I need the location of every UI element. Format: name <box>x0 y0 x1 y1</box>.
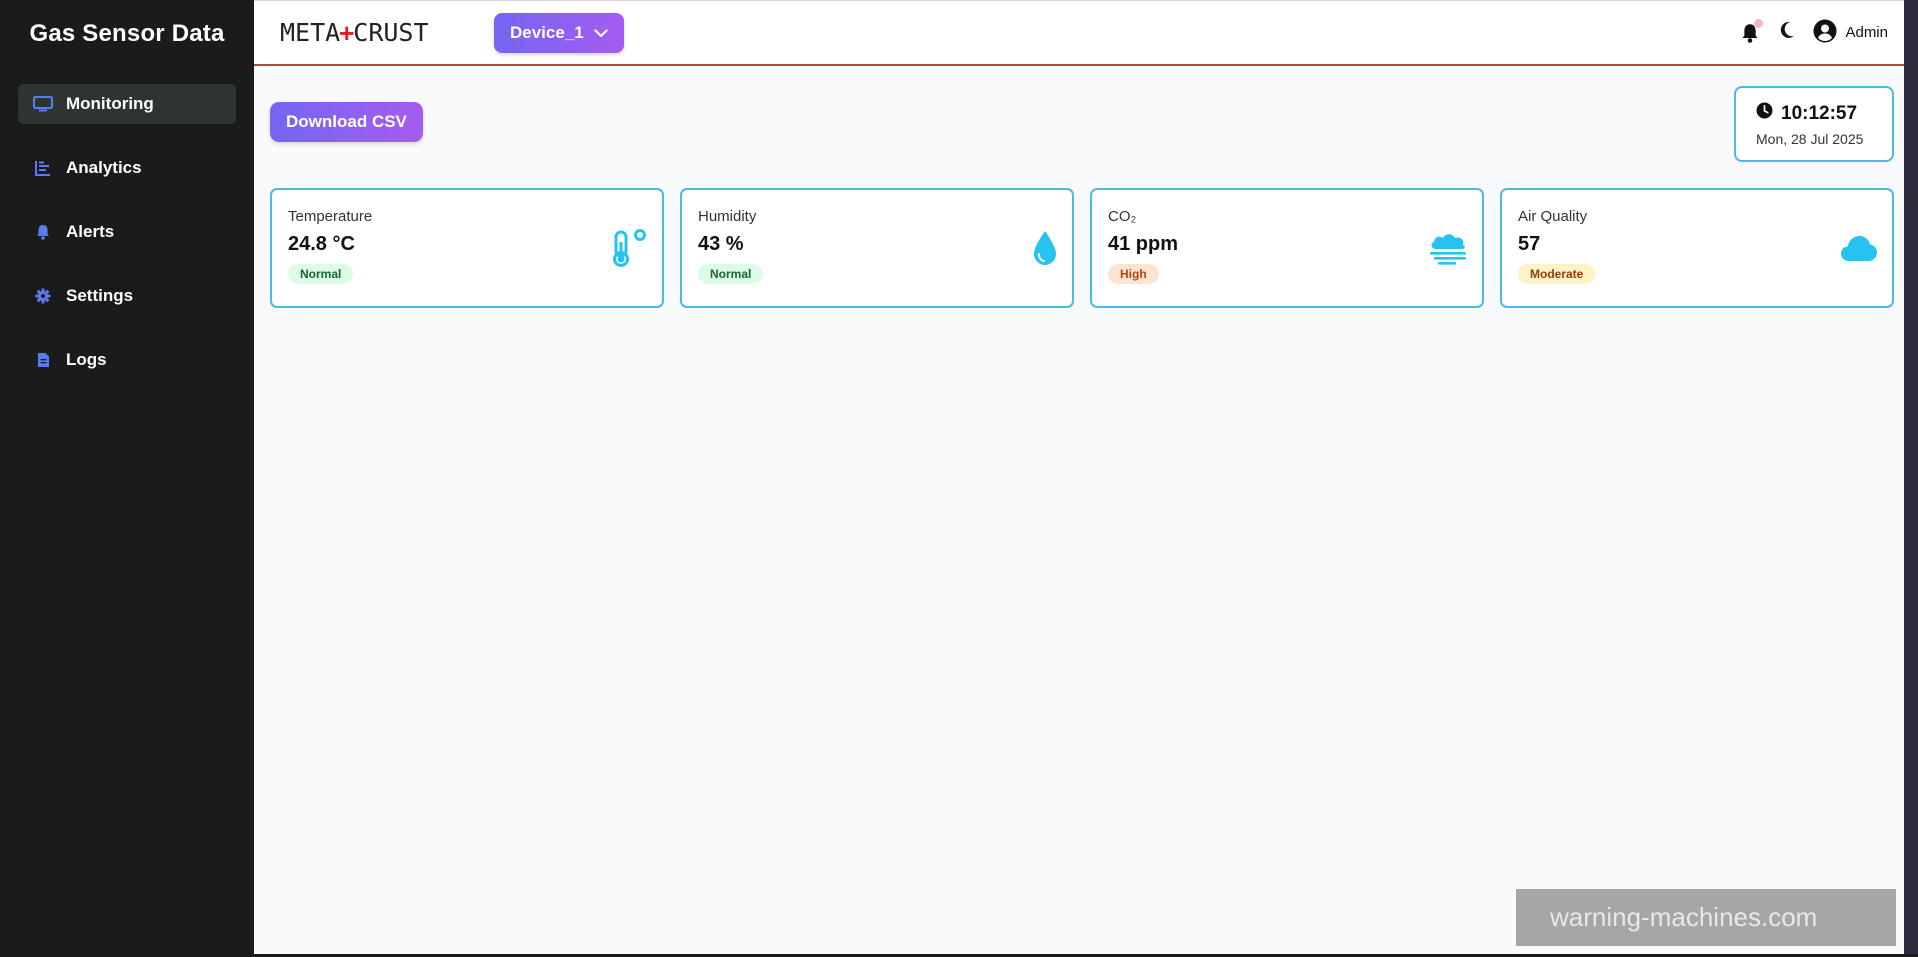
device-select-label: Device_1 <box>510 22 584 42</box>
status-badge: Normal <box>698 264 764 284</box>
sensor-cards: Temperature 24.8 °C Normal Humidity 43 %… <box>270 188 1894 308</box>
toolbar: Download CSV 10:12:57 Mon, 28 Jul 2025 <box>270 86 1894 162</box>
bell-icon <box>32 223 54 241</box>
chart-icon <box>32 159 54 177</box>
main-area: META + CRUST Device_1 Admin Download CSV… <box>254 0 1910 955</box>
clock-time: 10:12:57 <box>1781 102 1858 124</box>
logo-text-right: CRUST <box>353 18 429 47</box>
gear-icon <box>32 287 54 305</box>
notifications-button[interactable] <box>1741 18 1764 43</box>
app-window: Gas Sensor Data Monitoring Analytics Ale… <box>0 0 1910 955</box>
status-badge: Normal <box>288 264 354 284</box>
card-label: Air Quality <box>1518 208 1588 225</box>
card-value: 57 <box>1518 233 1541 255</box>
clock-card: 10:12:57 Mon, 28 Jul 2025 <box>1734 86 1894 162</box>
clock-icon <box>1756 102 1773 125</box>
sidebar-item-label: Alerts <box>66 222 115 241</box>
card-label: CO₂ <box>1108 208 1137 225</box>
sensor-card-co2: CO₂ 41 ppm High <box>1090 188 1484 308</box>
logo-text-left: META <box>280 18 341 47</box>
file-icon <box>32 351 54 369</box>
dark-mode-toggle[interactable] <box>1779 21 1795 44</box>
cloud-icon <box>1834 228 1878 268</box>
sidebar: Gas Sensor Data Monitoring Analytics Ale… <box>0 0 254 955</box>
logo: META + CRUST <box>280 18 494 47</box>
clock-time-row: 10:12:57 <box>1756 102 1892 125</box>
user-menu[interactable]: Admin <box>1813 19 1888 47</box>
thermometer-icon <box>604 228 648 268</box>
sidebar-item-settings[interactable]: Settings <box>18 276 236 316</box>
card-label: Temperature <box>288 208 373 225</box>
card-value: 24.8 °C <box>288 233 355 255</box>
sidebar-item-label: Logs <box>66 350 107 369</box>
monitor-icon <box>32 95 54 113</box>
window-edge <box>1904 0 1918 957</box>
card-value: 43 % <box>698 233 744 255</box>
notification-dot <box>1754 18 1764 28</box>
sidebar-item-label: Analytics <box>66 158 142 177</box>
user-name: Admin <box>1845 24 1888 41</box>
notification-bell-icon <box>1741 23 1759 47</box>
card-value: 41 ppm <box>1108 233 1179 255</box>
sidebar-item-label: Settings <box>66 286 134 305</box>
sidebar-item-alerts[interactable]: Alerts <box>18 212 236 252</box>
sidebar-title: Gas Sensor Data <box>29 20 225 47</box>
user-avatar-icon <box>1813 19 1837 47</box>
sidebar-item-label: Monitoring <box>66 94 154 113</box>
smog-icon <box>1424 228 1468 268</box>
sensor-card-temperature: Temperature 24.8 °C Normal <box>270 188 664 308</box>
clock-date: Mon, 28 Jul 2025 <box>1756 131 1864 147</box>
logo-plus: + <box>339 18 355 47</box>
sidebar-item-analytics[interactable]: Analytics <box>18 148 236 188</box>
dashboard-content: Download CSV 10:12:57 Mon, 28 Jul 2025 T… <box>254 66 1910 955</box>
watermark: warning-machines.com <box>1516 889 1896 946</box>
sidebar-nav: Monitoring Analytics Alerts Settings Log… <box>0 84 254 380</box>
droplet-icon <box>1014 228 1058 268</box>
card-label: Humidity <box>698 208 757 225</box>
chevron-down-icon <box>594 23 608 43</box>
top-bar-actions: Admin <box>1741 18 1888 47</box>
top-bar: META + CRUST Device_1 Admin <box>254 0 1910 66</box>
device-select[interactable]: Device_1 <box>494 12 624 53</box>
sidebar-item-logs[interactable]: Logs <box>18 340 236 380</box>
download-csv-button[interactable]: Download CSV <box>270 102 423 142</box>
status-badge: Moderate <box>1518 264 1596 284</box>
moon-icon <box>1779 21 1795 43</box>
sensor-card-air-quality: Air Quality 57 Moderate <box>1500 188 1894 308</box>
sidebar-item-monitoring[interactable]: Monitoring <box>18 84 236 124</box>
status-badge: High <box>1108 264 1159 284</box>
sensor-card-humidity: Humidity 43 % Normal <box>680 188 1074 308</box>
